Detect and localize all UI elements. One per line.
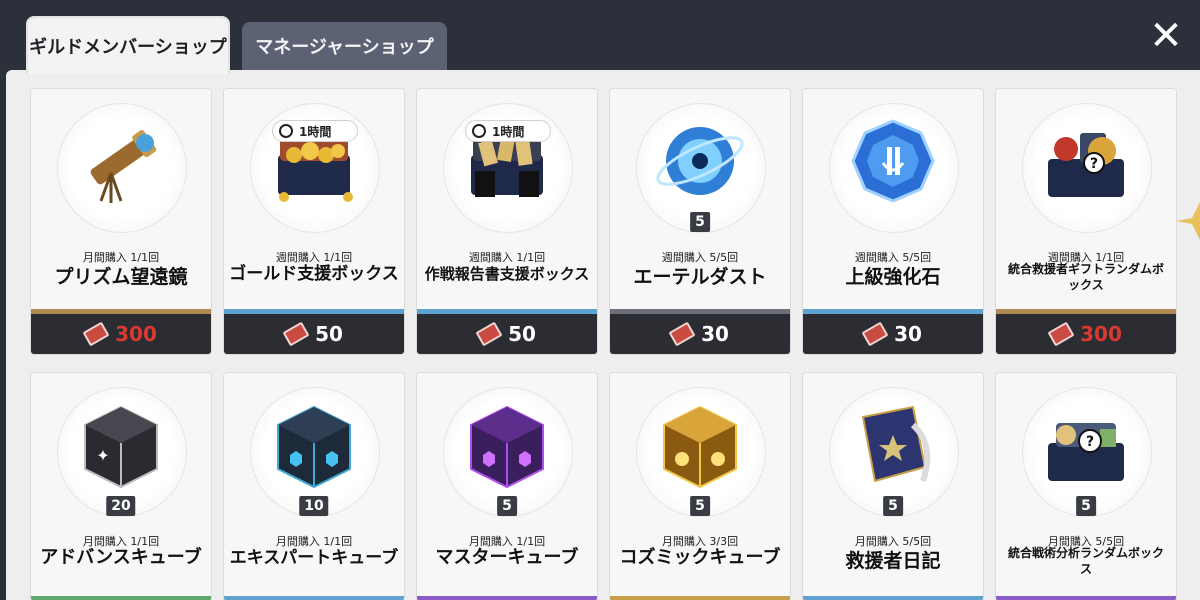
price-bar[interactable]: 50	[417, 314, 597, 354]
purchase-limit: 月間購入 1/1回	[275, 535, 353, 548]
price-value: 50	[315, 322, 343, 346]
purchase-limit: 月間購入 1/1回	[82, 251, 160, 264]
shop-item-card[interactable]: 1時間 週間購入 1/1回 作戦報告書支援ボックス 50	[416, 88, 598, 355]
svg-text:?: ?	[1086, 434, 1094, 450]
tab-guild-member-shop[interactable]: ギルドメンバーショップ	[26, 16, 230, 74]
ticket-icon	[475, 321, 503, 347]
timer-badge: 1時間	[465, 120, 551, 142]
item-name: コズミックキューブ	[619, 547, 781, 568]
item-name: 作戦報告書支援ボックス	[424, 265, 590, 283]
item-name: 統合救援者ギフトランダムボックス	[1007, 262, 1164, 292]
shop-item-card[interactable]: 1時間 週間購入 1/1回 ゴールド支援ボックス 50	[223, 88, 405, 355]
rarity-stripe	[224, 596, 404, 600]
shop-item-card[interactable]: ? 5 月間購入 5/5回 統合戦術分析ランダムボックス	[995, 372, 1177, 600]
price-value: 300	[115, 322, 157, 346]
item-quantity: 10	[299, 496, 329, 516]
svg-text:?: ?	[1090, 156, 1098, 172]
price-bar[interactable]: 50	[224, 314, 404, 354]
shop-item-card[interactable]: 週間購入 5/5回 上級強化石 30	[802, 88, 984, 355]
item-name: プリズム望遠鏡	[54, 266, 188, 288]
price-value: 30	[894, 322, 922, 346]
item-name: 統合戦術分析ランダムボックス	[1007, 546, 1164, 576]
shop-item-card[interactable]: 5 月間購入 3/3回 コズミックキューブ	[609, 372, 791, 600]
ticket-icon	[668, 321, 696, 347]
tactics-random-box-icon: ?	[1036, 395, 1136, 495]
ticket-icon	[82, 321, 110, 347]
price-bar[interactable]: 300	[31, 314, 211, 354]
item-quantity: 5	[690, 212, 710, 232]
item-grid: 月間購入 1/1回 プリズム望遠鏡 300 1時間 週間購入 1/1回 ゴールド…	[30, 88, 1177, 600]
shop-item-card[interactable]: ? 週間購入 1/1回 統合救援者ギフトランダムボックス 300	[995, 88, 1177, 355]
item-quantity: 20	[106, 496, 136, 516]
rarity-stripe	[31, 596, 211, 600]
item-name: ゴールド支援ボックス	[229, 264, 399, 284]
price-value: 50	[508, 322, 536, 346]
item-name: マスターキューブ	[435, 547, 579, 568]
master-cube-icon	[457, 395, 557, 495]
item-quantity: 5	[690, 496, 710, 516]
shop-item-card[interactable]: 5 月間購入 5/5回 救援者日記	[802, 372, 984, 600]
item-quantity: 5	[497, 496, 517, 516]
timer-text: 1時間	[492, 124, 525, 139]
purchase-limit: 週間購入 5/5回	[854, 251, 932, 264]
rarity-stripe	[803, 596, 983, 600]
ticket-icon	[861, 321, 889, 347]
purchase-limit: 週間購入 1/1回	[468, 251, 546, 264]
shop-item-card[interactable]: 10 月間購入 1/1回 エキスパートキューブ	[223, 372, 405, 600]
rarity-stripe	[996, 596, 1176, 600]
expert-cube-icon	[264, 395, 364, 495]
shop-item-card[interactable]: 月間購入 1/1回 プリズム望遠鏡 300	[30, 88, 212, 355]
rescuer-diary-icon	[843, 395, 943, 495]
clock-icon	[472, 124, 486, 138]
price-bar[interactable]: 30	[610, 314, 790, 354]
timer-text: 1時間	[299, 124, 332, 139]
shop-item-card[interactable]: 5 週間購入 5/5回 エーテルダスト 30	[609, 88, 791, 355]
rarity-stripe	[417, 596, 597, 600]
item-name: エキスパートキューブ	[229, 548, 399, 568]
close-button[interactable]: ✕	[1148, 16, 1184, 56]
purchase-limit: 週間購入 5/5回	[661, 251, 739, 264]
star-icon	[1176, 196, 1200, 246]
ticket-icon	[282, 321, 310, 347]
purchase-limit: 週間購入 1/1回	[275, 251, 353, 264]
price-bar[interactable]: 30	[803, 314, 983, 354]
random-gift-box-icon: ?	[1036, 111, 1136, 211]
ether-dust-icon	[650, 111, 750, 211]
purchase-limit: 月間購入 5/5回	[854, 535, 932, 548]
tab-manager-shop[interactable]: マネージャーショップ	[242, 22, 447, 70]
price-value: 30	[701, 322, 729, 346]
rarity-stripe	[610, 596, 790, 600]
advanced-cube-icon: ✦	[71, 395, 171, 495]
shop-item-card[interactable]: ✦ 20 月間購入 1/1回 アドバンスキューブ	[30, 372, 212, 600]
shop-item-card[interactable]: 5 月間購入 1/1回 マスターキューブ	[416, 372, 598, 600]
item-quantity: 5	[883, 496, 903, 516]
item-quantity: 5	[1076, 496, 1096, 516]
ticket-icon	[1047, 321, 1075, 347]
timer-badge: 1時間	[272, 120, 358, 142]
clock-icon	[279, 124, 293, 138]
item-name: アドバンスキューブ	[40, 547, 202, 568]
item-name: 上級強化石	[845, 266, 941, 288]
enhance-stone-icon	[843, 111, 943, 211]
price-bar[interactable]: 300	[996, 314, 1176, 354]
item-name: エーテルダスト	[633, 266, 767, 288]
cosmic-cube-icon	[650, 395, 750, 495]
item-name: 救援者日記	[845, 550, 941, 572]
price-value: 300	[1080, 322, 1122, 346]
telescope-icon	[71, 111, 171, 211]
svg-text:✦: ✦	[96, 446, 109, 465]
